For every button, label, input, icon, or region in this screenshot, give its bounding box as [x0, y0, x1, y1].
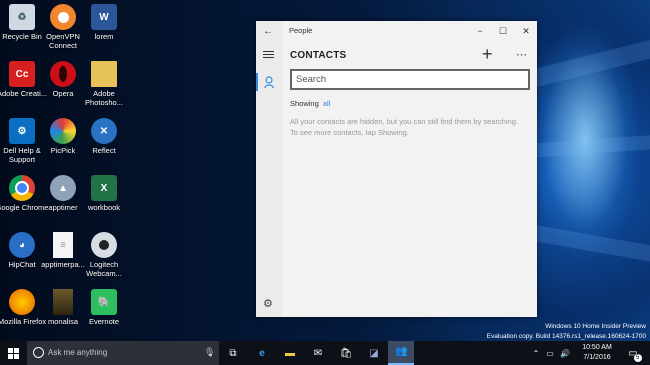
- system-clock[interactable]: 10:50 AM 7/1/2016: [577, 343, 617, 363]
- showing-all-link[interactable]: all: [323, 99, 331, 108]
- windows-watermark: Windows 10 Home Insider Preview Evaluati…: [486, 323, 646, 340]
- apptimer-icon: ▲: [50, 175, 76, 201]
- task-view-icon[interactable]: ⧉: [225, 345, 241, 361]
- settings-gear-icon[interactable]: ⚙: [263, 297, 273, 310]
- contacts-search-input[interactable]: [292, 71, 528, 88]
- store-icon[interactable]: 🛍: [338, 345, 354, 361]
- cortana-icon: [33, 347, 44, 358]
- desktop-icon-workbook[interactable]: X workbook: [75, 171, 133, 227]
- desktop-icon-lorem[interactable]: W lorem: [75, 0, 133, 56]
- recycle-bin-icon: ♻: [9, 4, 35, 30]
- dell-help-icon: ⚙: [9, 118, 35, 144]
- desktop-icon-adobe-photoshop[interactable]: Adobe Photosho...: [75, 57, 133, 113]
- image-thumbnail-icon: [53, 289, 73, 315]
- reflect-icon: ✕: [91, 118, 117, 144]
- people-icon: 👥: [395, 346, 408, 357]
- back-arrow-icon[interactable]: ←: [263, 26, 273, 37]
- cortana-search-box[interactable]: Ask me anything 🎙: [27, 341, 219, 365]
- minimize-button[interactable]: −: [470, 24, 490, 38]
- contacts-heading: CONTACTS: [290, 50, 347, 61]
- pinned-app-icon[interactable]: ◪: [366, 345, 382, 361]
- contacts-search-box[interactable]: [290, 69, 530, 90]
- maximize-button[interactable]: ☐: [493, 24, 513, 38]
- webcam-icon: [91, 232, 117, 258]
- desktop-icon-reflect[interactable]: ✕ Reflect: [75, 114, 133, 170]
- excel-document-icon: X: [91, 175, 117, 201]
- action-center-icon[interactable]: ▭ 5: [625, 345, 642, 362]
- start-button[interactable]: [5, 345, 21, 361]
- picpick-icon: [50, 118, 76, 144]
- add-contact-button[interactable]: +: [482, 45, 493, 63]
- file-explorer-icon[interactable]: ▬: [282, 345, 298, 361]
- evernote-icon: 🐘: [91, 289, 117, 315]
- window-title: People: [289, 26, 313, 35]
- edge-browser-icon[interactable]: e: [254, 345, 270, 361]
- microphone-icon[interactable]: 🎙: [204, 347, 215, 358]
- clock-time: 10:50 AM: [582, 344, 612, 351]
- nav-rail: ← ⚙: [256, 21, 282, 317]
- close-button[interactable]: ✕: [516, 24, 536, 38]
- network-icon[interactable]: ▭: [542, 345, 558, 361]
- clock-date: 7/1/2016: [583, 354, 611, 361]
- opera-icon: [50, 61, 76, 87]
- volume-icon[interactable]: 🔊: [557, 345, 573, 361]
- document-icon: ≡: [53, 232, 73, 258]
- taskbar: Ask me anything 🎙 ⧉ e ▬ ✉ 🛍 ◪ 👥 ⌃ ▭ 🔊 10…: [0, 341, 650, 365]
- showing-filter: Showing all: [290, 99, 330, 108]
- openvpn-icon: [50, 4, 76, 30]
- people-taskbar-button[interactable]: 👥: [388, 341, 414, 365]
- desktop-icon-evernote[interactable]: 🐘 Evernote: [75, 285, 133, 341]
- people-app-window: ← ⚙ People − ☐ ✕ CONTACTS + ⋯ Showing al…: [256, 21, 537, 317]
- hamburger-menu-icon[interactable]: [263, 49, 274, 60]
- firefox-icon: [9, 289, 35, 315]
- more-options-icon[interactable]: ⋯: [516, 48, 527, 61]
- chrome-icon: [9, 175, 35, 201]
- desktop-icon-logitech-webcam[interactable]: Logitech Webcam...: [75, 228, 133, 284]
- folder-icon: [91, 61, 117, 87]
- hidden-contacts-message: All your contacts are hidden, but you ca…: [290, 117, 519, 137]
- showing-label: Showing: [290, 99, 319, 108]
- title-bar: People − ☐ ✕: [282, 21, 537, 41]
- contacts-person-icon[interactable]: [264, 76, 274, 91]
- hipchat-icon: ◕: [9, 232, 35, 258]
- notification-count-badge: 5: [633, 353, 642, 362]
- search-placeholder: Ask me anything: [48, 348, 108, 357]
- mail-icon[interactable]: ✉: [310, 345, 326, 361]
- word-document-icon: W: [91, 4, 117, 30]
- adobe-cc-icon: Cc: [9, 61, 35, 87]
- nav-selection-indicator: [256, 73, 258, 91]
